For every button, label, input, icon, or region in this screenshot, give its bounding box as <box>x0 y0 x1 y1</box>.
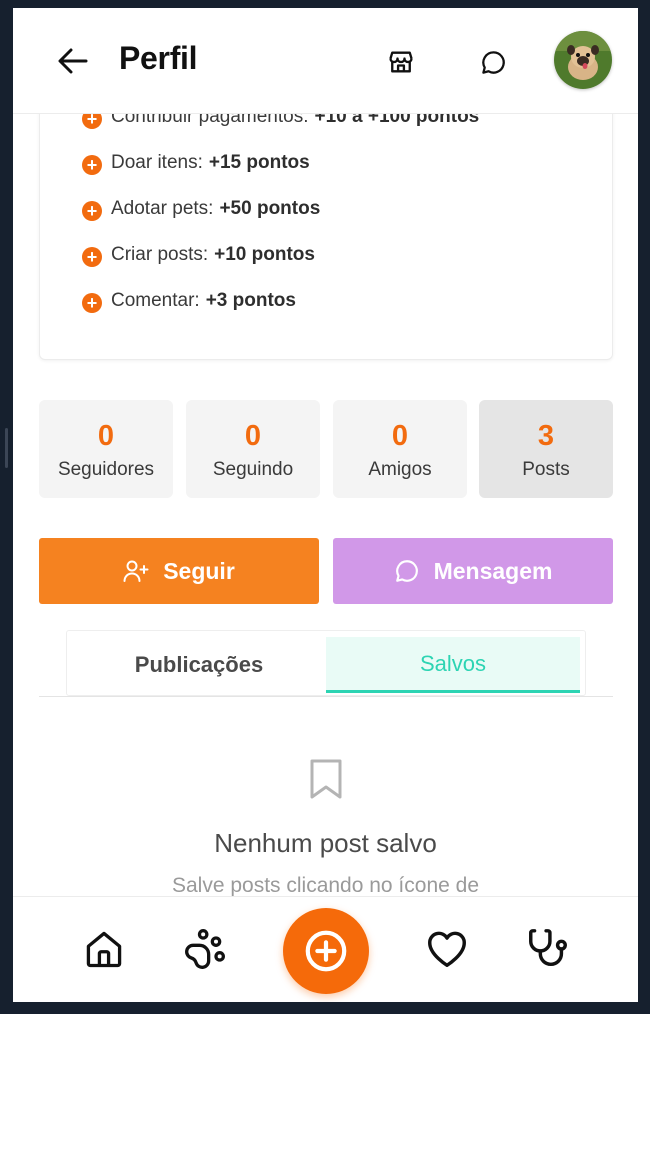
points-item: + Doar itens: +15 pontos <box>82 151 310 175</box>
points-item-label: Comentar: <box>111 290 200 311</box>
arrow-left-icon <box>58 48 88 74</box>
points-item-value: +3 pontos <box>205 290 296 311</box>
message-button-label: Mensagem <box>433 557 553 584</box>
plus-circle-icon: + <box>82 247 102 267</box>
stat-friends[interactable]: 0 Amigos <box>333 400 467 498</box>
stat-value: 0 <box>97 420 115 452</box>
store-button[interactable] <box>383 44 419 80</box>
side-handle <box>5 428 8 468</box>
tab-saved[interactable]: Salvos <box>326 637 580 693</box>
home-icon <box>86 931 122 968</box>
page-title: Perfil <box>119 40 198 76</box>
points-item: + Comentar: +3 pontos <box>82 289 296 313</box>
chat-bubble-icon <box>395 560 418 582</box>
stat-label: Seguindo <box>212 459 294 480</box>
app-screen: + Contribuir pagamentos: +10 a +100 pont… <box>13 8 638 1002</box>
stat-value: 0 <box>391 420 409 452</box>
nav-pets[interactable] <box>181 925 229 973</box>
create-post-button[interactable] <box>283 908 369 994</box>
points-item: + Criar posts: +10 pontos <box>82 243 315 267</box>
empty-state-title: Nenhum post salvo <box>214 828 437 858</box>
avatar-pug-icon <box>554 31 612 89</box>
plus-circle-icon: + <box>82 201 102 221</box>
plus-circle-icon: + <box>82 293 102 313</box>
stat-following[interactable]: 0 Seguindo <box>186 400 320 498</box>
points-item: + Adotar pets: +50 pontos <box>82 197 320 221</box>
nav-home[interactable] <box>80 925 128 973</box>
chat-bubble-icon <box>481 50 505 74</box>
points-item-value: +15 pontos <box>208 152 310 173</box>
tab-publications[interactable]: Publicações <box>73 637 325 693</box>
device-frame: + Contribuir pagamentos: +10 a +100 pont… <box>0 0 650 1014</box>
stat-posts[interactable]: 3 Posts <box>479 400 613 498</box>
app-header: Perfil <box>13 8 638 114</box>
bottom-nav <box>13 896 638 1002</box>
nav-favorites[interactable] <box>423 925 471 973</box>
user-plus-icon <box>123 560 149 582</box>
follow-button-label: Seguir <box>163 557 235 584</box>
message-button[interactable]: Mensagem <box>333 538 613 604</box>
stethoscope-icon <box>529 929 567 966</box>
store-icon <box>389 51 413 73</box>
empty-state-subtitle: Salve posts clicando no ícone de <box>171 874 480 897</box>
points-item-label: Doar itens: <box>111 152 203 173</box>
plus-circle-icon: + <box>82 155 102 175</box>
paw-icon <box>185 929 225 969</box>
messages-button[interactable] <box>475 44 511 80</box>
points-item-value: +50 pontos <box>219 198 321 219</box>
avatar[interactable] <box>554 31 612 89</box>
tabs-divider <box>39 696 613 697</box>
stat-value: 3 <box>537 420 555 452</box>
points-item-label: Criar posts: <box>111 244 209 265</box>
stat-followers[interactable]: 0 Seguidores <box>39 400 173 498</box>
stat-label: Amigos <box>368 459 432 480</box>
stat-label: Seguidores <box>57 459 155 480</box>
profile-tabs: Publicações Salvos <box>66 630 586 696</box>
follow-button[interactable]: Seguir <box>39 538 319 604</box>
stat-value: 0 <box>244 420 262 452</box>
nav-vet[interactable] <box>524 925 572 973</box>
add-circle-icon <box>305 930 347 972</box>
points-item-value: +10 pontos <box>214 244 315 265</box>
back-button[interactable] <box>53 43 93 79</box>
bookmark-icon <box>307 758 345 805</box>
heart-icon <box>428 931 466 968</box>
points-item-label: Adotar pets: <box>111 198 214 219</box>
stat-label: Posts <box>522 459 570 480</box>
